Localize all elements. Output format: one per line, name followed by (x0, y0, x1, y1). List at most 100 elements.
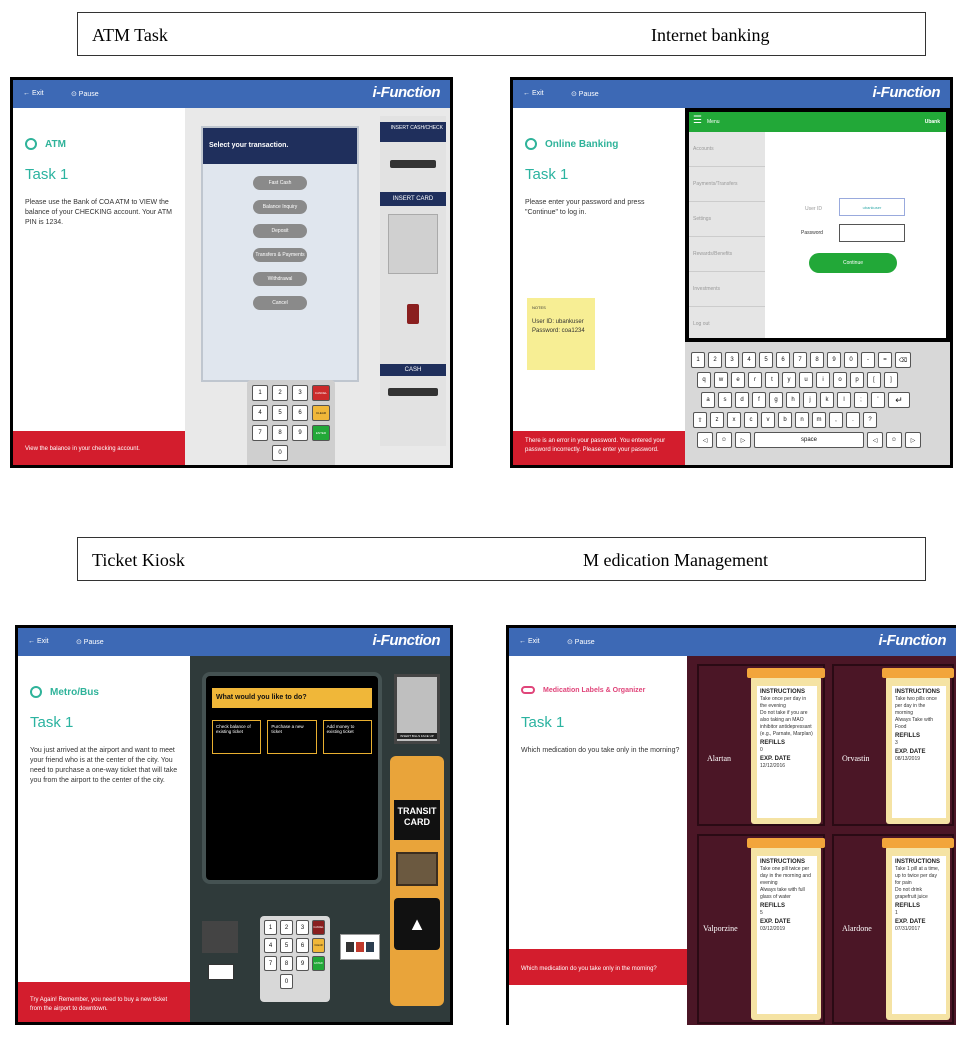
kb-key[interactable]: l (837, 392, 851, 408)
nav-accounts[interactable]: Accounts (689, 132, 765, 167)
kb-key[interactable]: [ (867, 372, 881, 388)
key-1[interactable]: 1 (252, 385, 268, 401)
key-cancel[interactable]: CANCEL (312, 920, 325, 935)
kb-key[interactable]: ? (863, 412, 877, 428)
exit-button[interactable]: ← Exit (28, 638, 49, 645)
kb-key[interactable]: m (812, 412, 826, 428)
med-card-valporzine[interactable]: Valporzine INSTRUCTIONS Take one pill tw… (697, 834, 825, 1024)
atm-option-cancel[interactable]: Cancel (253, 296, 307, 310)
key-1[interactable]: 1 (264, 920, 277, 935)
kb-key[interactable]: z (710, 412, 724, 428)
atm-option-withdrawal[interactable]: Withdrawal (253, 272, 307, 286)
kb-key[interactable]: g (769, 392, 783, 408)
kb-key[interactable]: k (820, 392, 834, 408)
option-check-balance[interactable]: Check balance of existing ticket (212, 720, 262, 754)
kb-key[interactable]: h (786, 392, 800, 408)
kb-key[interactable]: j (803, 392, 817, 408)
kb-key-mod[interactable]: ☺ (716, 432, 732, 448)
key-5[interactable]: 5 (272, 405, 288, 421)
kb-key[interactable]: x (727, 412, 741, 428)
kb-key[interactable]: s (718, 392, 732, 408)
card-reader[interactable]: ▲ (394, 898, 440, 950)
kb-key[interactable]: ' (871, 392, 885, 408)
key-9[interactable]: 9 (292, 425, 308, 441)
key-3[interactable]: 3 (292, 385, 308, 401)
key-8[interactable]: 8 (280, 956, 293, 971)
kb-key[interactable]: ] (884, 372, 898, 388)
atm-option-balance-inquiry[interactable]: Balance Inquiry (253, 200, 307, 214)
check-slot[interactable] (390, 160, 436, 168)
nav-logout[interactable]: Log out (689, 307, 765, 342)
kb-key[interactable]: u (799, 372, 813, 388)
key-enter[interactable]: ENTER (312, 425, 330, 441)
kb-key[interactable]: 9 (827, 352, 841, 368)
nav-settings[interactable]: Settings (689, 202, 765, 237)
payment-card-reader[interactable] (340, 934, 380, 960)
pause-button[interactable]: ⊙ Pause (571, 90, 599, 98)
key-clear[interactable]: CLEAR (312, 405, 330, 421)
option-purchase-ticket[interactable]: Purchase a new ticket (267, 720, 317, 754)
card-slot[interactable] (388, 214, 438, 274)
kb-key[interactable]: b (778, 412, 792, 428)
nav-payments[interactable]: Payments/Transfers (689, 167, 765, 202)
kb-key[interactable]: - (861, 352, 875, 368)
key-0[interactable]: 0 (272, 445, 288, 461)
med-card-orvastin[interactable]: Orvastin INSTRUCTIONS Take two pills onc… (832, 664, 954, 826)
kb-key[interactable]: d (735, 392, 749, 408)
nav-rewards[interactable]: Rewards/Benefits (689, 237, 765, 272)
password-field[interactable] (839, 224, 905, 242)
kb-key[interactable]: 3 (725, 352, 739, 368)
kb-key[interactable]: 1 (691, 352, 705, 368)
key-0[interactable]: 0 (280, 974, 293, 989)
shift-key[interactable]: ⇧ (693, 412, 707, 428)
kb-key[interactable]: p (850, 372, 864, 388)
key-9[interactable]: 9 (296, 956, 309, 971)
kb-key[interactable]: 2 (708, 352, 722, 368)
key-cancel[interactable]: CANCEL (312, 385, 330, 401)
key-2[interactable]: 2 (280, 920, 293, 935)
kb-key[interactable]: 6 (776, 352, 790, 368)
kb-key[interactable]: e (731, 372, 745, 388)
key-5[interactable]: 5 (280, 938, 293, 953)
key-clear[interactable]: CLEAR (312, 938, 325, 953)
key-4[interactable]: 4 (264, 938, 277, 953)
user-id-field[interactable]: ubankuser (839, 198, 905, 216)
card-slot[interactable] (396, 852, 438, 886)
kb-key[interactable]: c (744, 412, 758, 428)
exit-button[interactable]: ← Exit (519, 638, 540, 645)
backspace-key[interactable]: ⌫ (895, 352, 911, 368)
key-8[interactable]: 8 (272, 425, 288, 441)
key-2[interactable]: 2 (272, 385, 288, 401)
atm-option-transfers[interactable]: Transfers & Payments (253, 248, 307, 262)
kb-key[interactable]: , (829, 412, 843, 428)
key-3[interactable]: 3 (296, 920, 309, 935)
kb-key[interactable]: 4 (742, 352, 756, 368)
bill-acceptor[interactable]: INSERT BILLS FACE UP (394, 674, 440, 744)
kb-key[interactable]: 0 (844, 352, 858, 368)
cash-slot[interactable] (388, 388, 438, 396)
kb-key[interactable]: ; (854, 392, 868, 408)
kb-key[interactable]: w (714, 372, 728, 388)
pause-button[interactable]: ⊙ Pause (76, 638, 104, 646)
kb-key[interactable]: t (765, 372, 779, 388)
key-enter[interactable]: ENTER (312, 956, 325, 971)
kb-key[interactable]: . (846, 412, 860, 428)
kb-key[interactable]: o (833, 372, 847, 388)
kb-key[interactable]: n (795, 412, 809, 428)
kb-key[interactable]: q (697, 372, 711, 388)
option-add-money[interactable]: Add money to existing ticket (322, 720, 372, 754)
kb-key[interactable]: 8 (810, 352, 824, 368)
key-4[interactable]: 4 (252, 405, 268, 421)
pause-button[interactable]: ⊙ Pause (567, 638, 595, 646)
exit-button[interactable]: ← Exit (523, 90, 544, 97)
kb-key-mod[interactable]: ☺ (886, 432, 902, 448)
exit-button[interactable]: ← Exit (23, 90, 44, 97)
menu-icon[interactable]: ☰ (693, 116, 702, 126)
space-key[interactable]: space (754, 432, 864, 448)
enter-key[interactable]: ↵ (888, 392, 910, 408)
kb-key[interactable]: r (748, 372, 762, 388)
key-6[interactable]: 6 (292, 405, 308, 421)
kb-key[interactable]: y (782, 372, 796, 388)
key-6[interactable]: 6 (296, 938, 309, 953)
nav-investments[interactable]: Investments (689, 272, 765, 307)
